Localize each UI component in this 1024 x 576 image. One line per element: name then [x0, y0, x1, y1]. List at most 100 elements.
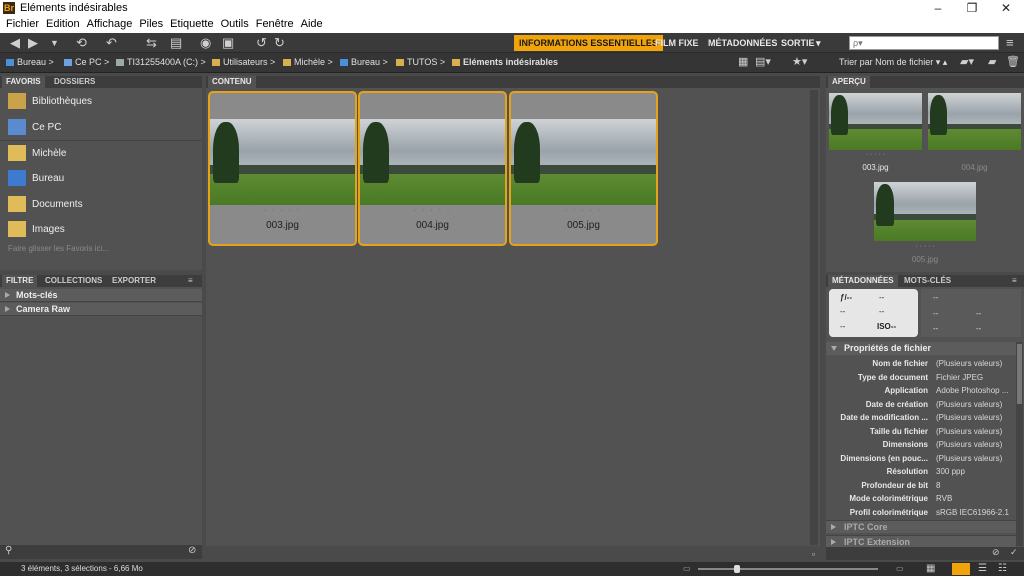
menu-fichier[interactable]: Fichier [4, 17, 44, 33]
open-recent-icon[interactable]: ▰▾ [960, 54, 974, 70]
history-dropdown-icon[interactable]: ▼ [50, 35, 59, 51]
minimize-icon[interactable]: – [921, 0, 955, 17]
meta-row[interactable]: Mode colorimétrique RVB [830, 492, 1015, 505]
pin-icon[interactable]: ⚲ [5, 545, 12, 556]
search-input[interactable] [849, 36, 999, 50]
close-icon[interactable]: ✕ [989, 0, 1023, 17]
sort-dropdown[interactable]: Trier par Nom de fichier ▾ ▴ [839, 57, 947, 68]
favorite-ce-pc[interactable]: Ce PC [8, 117, 61, 139]
thumbnail-003[interactable]: · · · · · 003.jpg [208, 91, 357, 246]
meta-row[interactable]: Profondeur de bit 8 [830, 479, 1015, 492]
view-list-icon[interactable]: ☷ [998, 562, 1007, 576]
meta-row[interactable]: Date de modification ... (Plusieurs valeu… [830, 411, 1015, 424]
breadcrumb-item[interactable]: Bureau > [340, 57, 388, 67]
camera-download-icon[interactable]: ⇆ [146, 35, 157, 51]
go-parent-icon[interactable]: ⟲ [76, 35, 87, 51]
favorite-documents[interactable]: Documents [8, 194, 83, 216]
meta-row[interactable]: Dimensions (Plusieurs valeurs) [830, 438, 1015, 451]
filename-label[interactable]: 003.jpg [210, 220, 355, 231]
meta-row[interactable]: Nom de fichier (Plusieurs valeurs) [830, 357, 1015, 370]
panel-menu-icon[interactable]: ≡ [184, 275, 197, 287]
maximize-icon[interactable]: ❐ [955, 0, 989, 17]
menu-aide[interactable]: Aide [299, 17, 328, 33]
meta-row[interactable]: Date de création (Plusieurs valeurs) [830, 398, 1015, 411]
workspace-more-icon[interactable]: ▾ [811, 35, 826, 51]
menu-edition[interactable]: Edition [44, 17, 85, 33]
view-thumbnails-icon[interactable] [952, 563, 970, 575]
splitter[interactable] [812, 80, 821, 546]
breadcrumb-item[interactable]: Utilisateurs > [212, 57, 275, 67]
filter-section-keywords[interactable]: Mots-clés [0, 289, 202, 302]
breadcrumb-current[interactable]: Eléments indésirables [452, 57, 558, 67]
trash-icon[interactable]: 🗑 [1006, 54, 1020, 70]
rotate-right-icon[interactable]: ↻ [274, 35, 285, 51]
tab-mots-cles[interactable]: MOTS-CLÉS [900, 275, 955, 287]
favorite-images[interactable]: Images [8, 219, 65, 241]
thumbnail-005[interactable]: · · · · · 005.jpg [509, 91, 658, 246]
menu-etiquette[interactable]: Etiquette [168, 17, 218, 33]
content-resize-icon[interactable]: ▫ [812, 549, 815, 559]
panel-menu-icon[interactable]: ≡ [1008, 275, 1021, 287]
thumbnail-size-slider[interactable] [698, 565, 878, 573]
tab-collections[interactable]: COLLECTIONS [41, 275, 106, 287]
tab-metadonnees[interactable]: MÉTADONNÉES [828, 275, 898, 287]
meta-row[interactable]: Application Adobe Photoshop ... [830, 384, 1015, 397]
tab-apercu[interactable]: APERÇU [828, 76, 870, 88]
tab-filtre[interactable]: FILTRE [2, 275, 38, 287]
workspace-essentials[interactable]: INFORMATIONS ESSENTIELLES [514, 35, 663, 51]
breadcrumb-item[interactable]: Michèle > [283, 57, 333, 67]
zoom-out-icon[interactable]: ▭ [683, 562, 691, 576]
star-filter-icon[interactable]: ★▾ [792, 54, 807, 70]
meta-row[interactable]: Taille du fichier (Plusieurs valeurs) [830, 425, 1015, 438]
clear-filter-icon[interactable]: ⊘ [188, 545, 196, 556]
meta-row[interactable]: Type de document Fichier JPEG [830, 371, 1015, 384]
apply-check-icon[interactable]: ✓ [1010, 547, 1018, 558]
breadcrumb-item[interactable]: Bureau > [6, 57, 54, 67]
section-iptc-extension[interactable]: IPTC Extension [826, 535, 1016, 547]
menu-affichage[interactable]: Affichage [85, 17, 138, 33]
menu-outils[interactable]: Outils [219, 17, 254, 33]
favorite-bureau[interactable]: Bureau [8, 168, 64, 190]
breadcrumb-item[interactable]: TUTOS > [396, 57, 445, 67]
breadcrumb-item[interactable]: Ce PC > [64, 57, 109, 67]
filename-label[interactable]: 005.jpg [511, 220, 656, 231]
meta-row[interactable]: Résolution 300 ppp [830, 465, 1015, 478]
tab-exporter[interactable]: EXPORTER [108, 275, 160, 287]
zoom-in-icon[interactable]: ▭ [896, 562, 904, 576]
rating-dots[interactable]: · · · · · [511, 207, 656, 214]
output-icon[interactable]: ▣ [222, 35, 234, 51]
rating-dots[interactable]: · · · · · [210, 207, 355, 214]
view-options-icon[interactable]: ▤▾ [755, 54, 771, 70]
preview-image-004[interactable] [928, 93, 1021, 150]
scrollbar-thumb[interactable] [1017, 344, 1022, 404]
workspace-metadata[interactable]: MÉTADONNÉES [703, 35, 782, 51]
preview-image-003[interactable] [829, 93, 922, 150]
metadata-scrollbar[interactable] [1016, 342, 1023, 546]
forward-icon[interactable]: ▶ [28, 35, 38, 51]
rotate-left-icon[interactable]: ↺ [256, 35, 267, 51]
cancel-icon[interactable]: ⊘ [992, 547, 1000, 558]
menu-piles[interactable]: Piles [137, 17, 168, 33]
slider-handle[interactable] [734, 565, 740, 573]
tab-dossiers[interactable]: DOSSIERS [50, 76, 99, 88]
tab-contenu[interactable]: CONTENU [208, 76, 256, 88]
rating-dots[interactable]: · · · · · [360, 207, 505, 214]
view-details-icon[interactable]: ☰ [978, 562, 987, 576]
preview-image-005[interactable] [874, 182, 976, 241]
open-camera-raw-icon[interactable]: ◉ [200, 35, 211, 51]
new-folder-icon[interactable]: ▰ [988, 54, 996, 70]
tab-favoris[interactable]: FAVORIS [2, 76, 45, 88]
meta-row[interactable]: Dimensions (en pouc... (Plusieurs valeurs… [830, 452, 1015, 465]
thumbnail-004[interactable]: · · · · · 004.jpg [358, 91, 507, 246]
section-iptc-core[interactable]: IPTC Core [826, 520, 1016, 533]
favorite-bibliotheques[interactable]: Bibliothèques [8, 91, 92, 113]
filter-section-camera-raw[interactable]: Camera Raw [0, 303, 202, 316]
back-icon[interactable]: ◀ [10, 35, 20, 51]
refine-icon[interactable]: ▤ [170, 35, 182, 51]
section-file-properties[interactable]: Propriétés de fichier [826, 342, 1016, 355]
workspace-filmstrip[interactable]: FILM FIXE [650, 35, 704, 51]
breadcrumb-item[interactable]: TI31255400A (C:) > [116, 57, 206, 67]
menu-fenetre[interactable]: Fenêtre [254, 17, 299, 33]
panel-menu-icon[interactable]: ≡ [1006, 35, 1014, 51]
lock-grid-icon[interactable]: ▦ [926, 562, 935, 576]
